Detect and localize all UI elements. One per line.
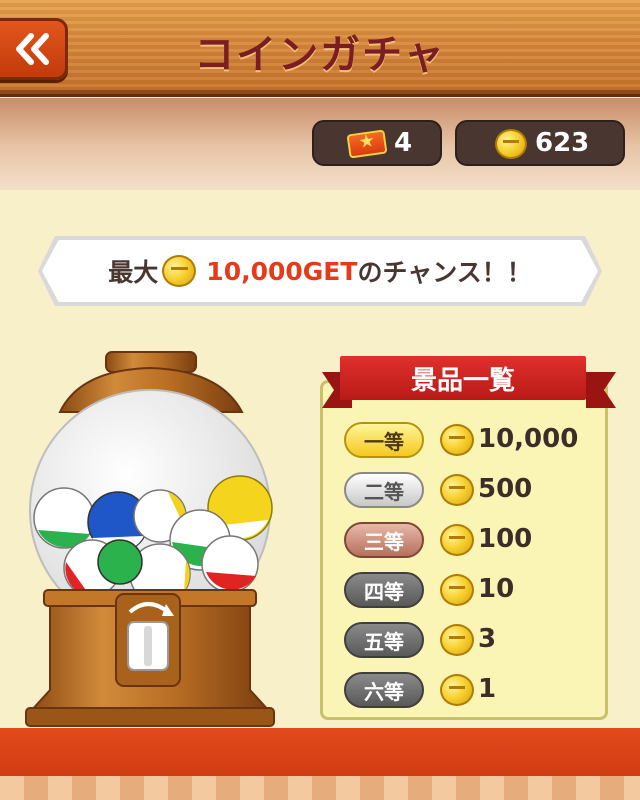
coin-icon	[440, 574, 474, 606]
coin-icon	[440, 524, 474, 556]
prize-value: 500	[478, 474, 533, 504]
prize-value: 100	[478, 524, 533, 554]
bottom-checker-floor	[0, 776, 640, 800]
prize-row: 六等 1	[340, 672, 600, 710]
page-title: コインガチャ	[194, 32, 446, 78]
ticket-counter: 4	[312, 120, 442, 166]
prize-row: 三等 100	[340, 522, 600, 560]
coin-icon	[162, 255, 197, 287]
prize-row: 五等 3	[340, 622, 600, 660]
prize-list-title: 景品一覧	[340, 356, 586, 400]
capsule-balls	[33, 475, 273, 605]
bottom-band	[0, 728, 640, 776]
rank-badge: 六等	[344, 672, 424, 708]
banner-text: 最大 10,000 GET のチャンス！！	[42, 240, 598, 302]
rank-badge: 一等	[344, 422, 424, 458]
prize-row: 一等 10,000	[340, 422, 600, 460]
prize-row: 四等 10	[340, 572, 600, 610]
coin-icon	[440, 474, 474, 506]
ticket-count: 4	[394, 128, 413, 158]
prize-row: 二等 500	[340, 472, 600, 510]
coin-counter: 623	[455, 120, 625, 166]
ticket-icon	[346, 129, 388, 159]
rank-badge: 五等	[344, 622, 424, 658]
coin-icon	[495, 129, 527, 159]
prize-value: 3	[478, 624, 497, 654]
rank-badge: 四等	[344, 572, 424, 608]
banner-amount: 10,000	[206, 256, 303, 286]
prize-value: 10,000	[478, 424, 579, 454]
gacha-machine[interactable]	[20, 350, 280, 730]
coin-icon	[440, 674, 474, 706]
banner-prefix: 最大	[108, 258, 159, 287]
coin-icon	[440, 624, 474, 656]
ribbon-tail-right	[586, 372, 616, 408]
machine-foot	[25, 707, 275, 727]
banner-suffix: のチャンス！！	[357, 258, 532, 287]
prize-value: 1	[478, 674, 497, 704]
coin-count: 623	[535, 128, 590, 158]
coin-icon	[440, 424, 474, 456]
banner-get: GET	[302, 256, 358, 286]
rank-badge: 三等	[344, 522, 424, 558]
prize-value: 10	[478, 574, 515, 604]
rank-badge: 二等	[344, 472, 424, 508]
turn-handle-grip	[144, 626, 152, 666]
